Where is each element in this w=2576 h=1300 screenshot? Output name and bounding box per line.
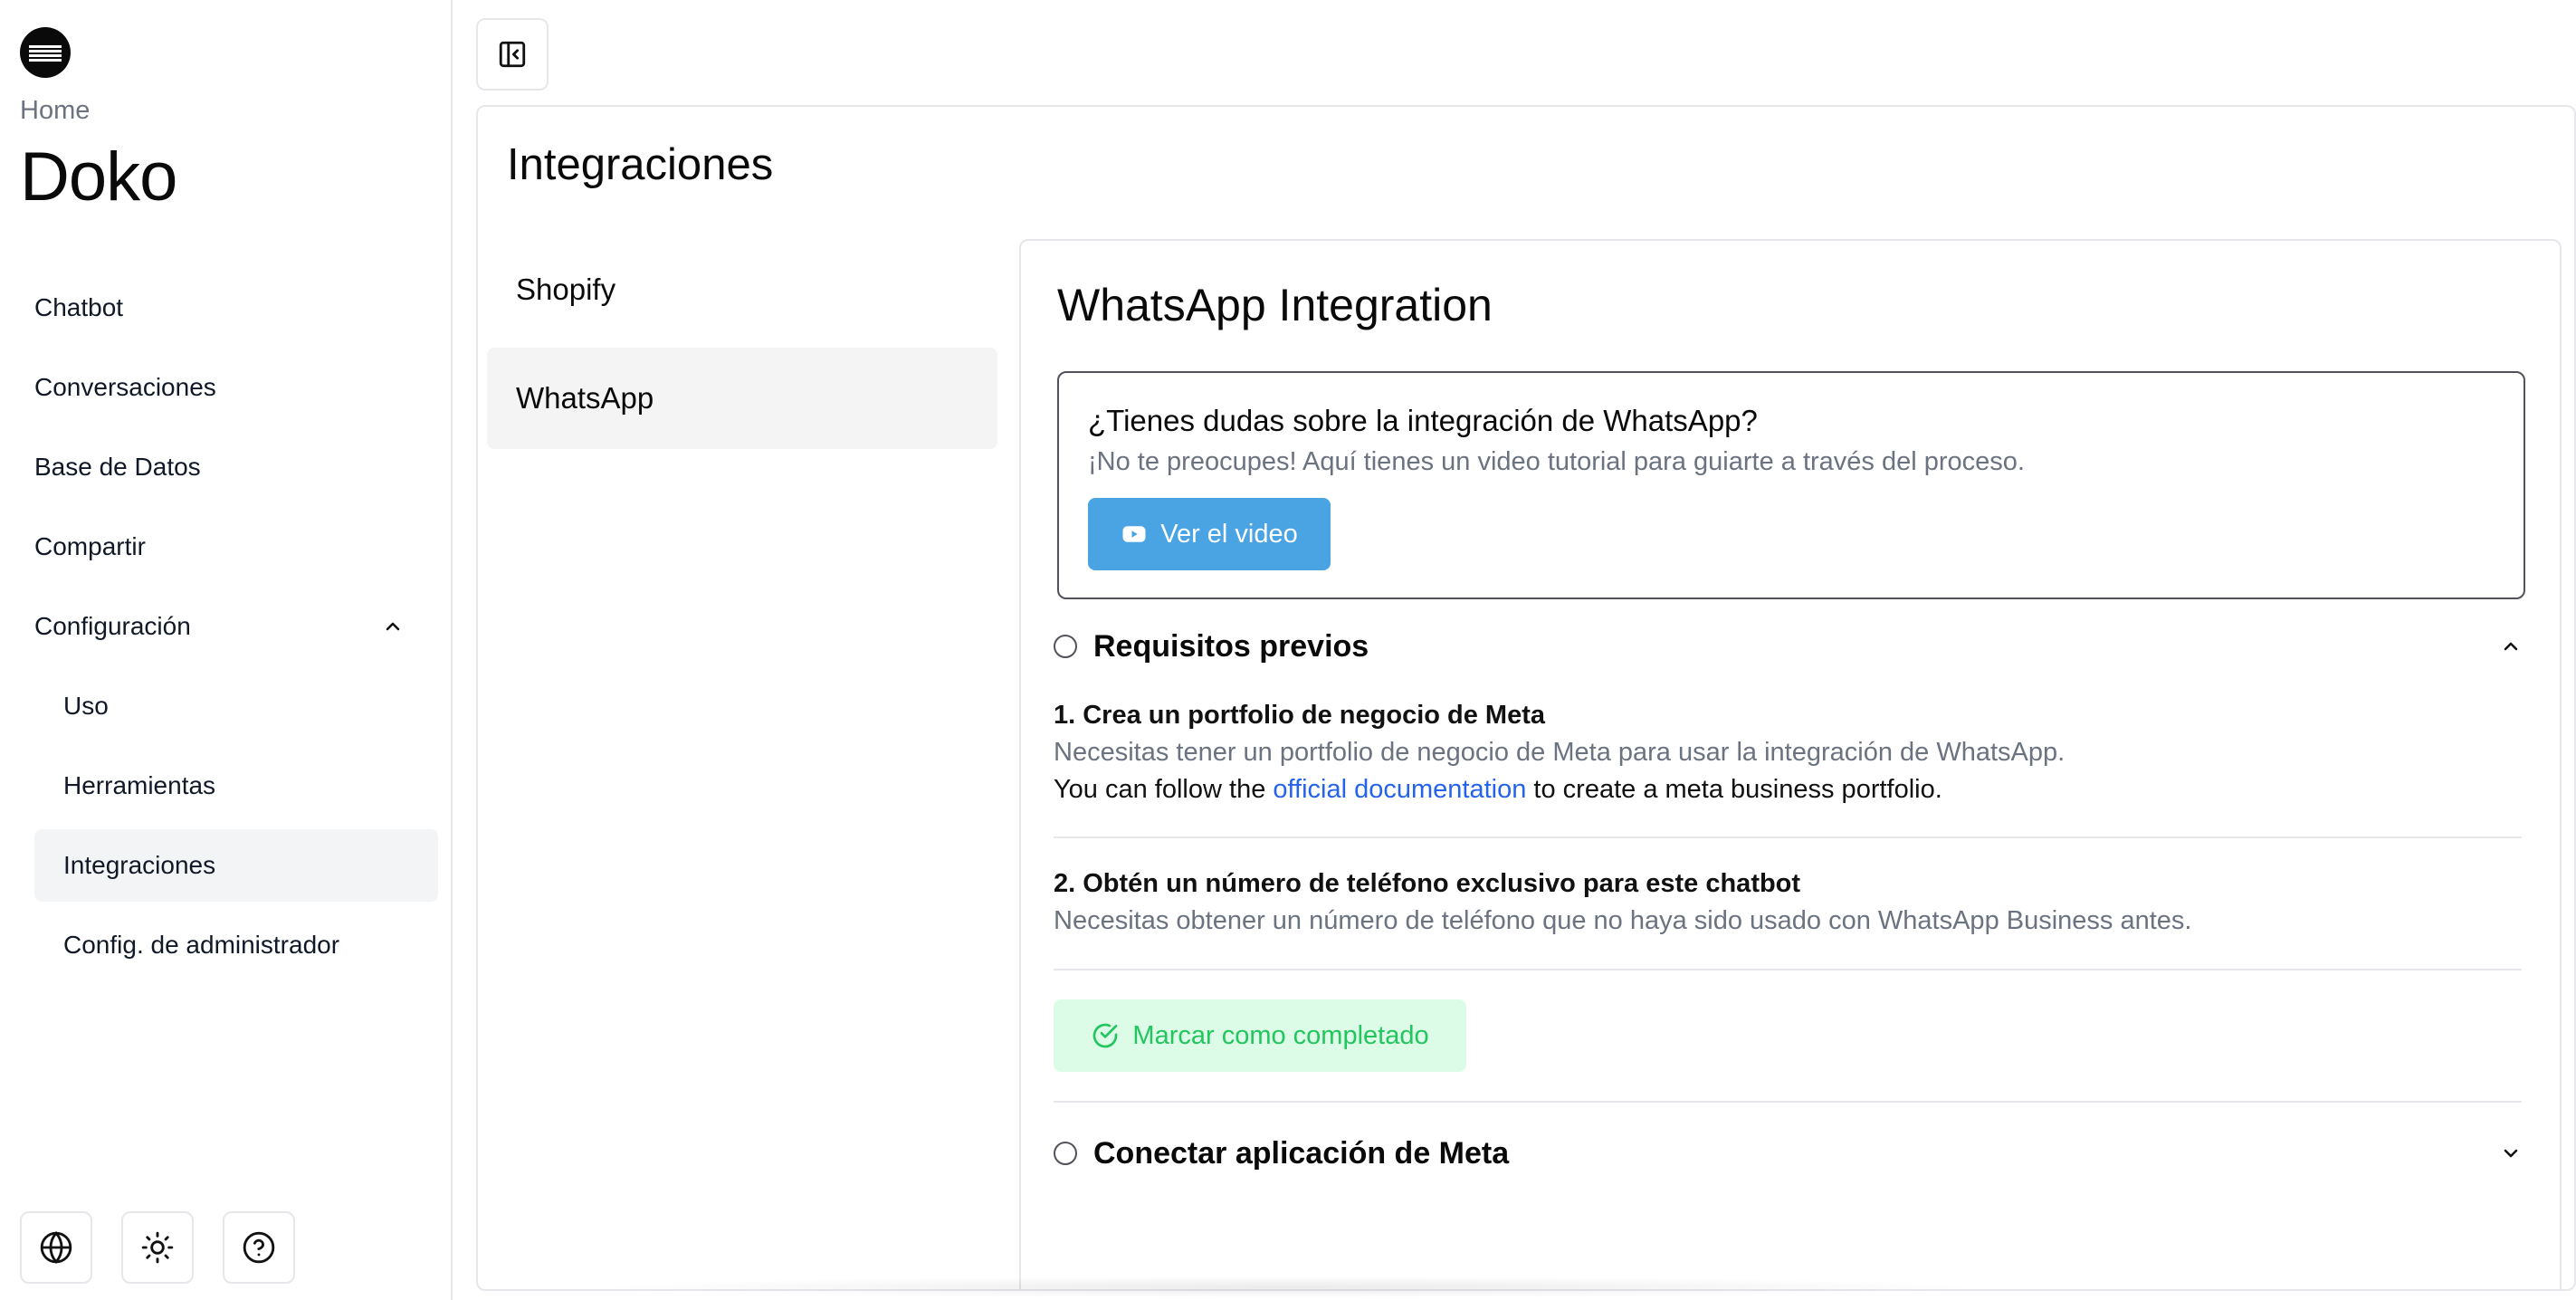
integration-tabs: Shopify WhatsApp	[487, 239, 997, 456]
divider	[1054, 836, 2522, 838]
sidebar-toggle-button[interactable]	[476, 18, 549, 91]
step-2-desc: Necesitas obtener un número de teléfono …	[1054, 906, 2192, 935]
scroll-shadow	[588, 1276, 1991, 1298]
nav-item-compartir[interactable]: Compartir	[34, 511, 438, 583]
help-subtitle: ¡No te preocupes! Aquí tienes un video t…	[1088, 447, 2025, 476]
step-1-desc: Necesitas tener un portfolio de negocio …	[1054, 738, 2066, 767]
help-question: ¿Tienes dudas sobre la integración de Wh…	[1088, 404, 1758, 437]
page-title: Integraciones	[507, 140, 774, 189]
divider	[1054, 1101, 2522, 1103]
sun-icon	[141, 1231, 174, 1264]
nav-item-integraciones[interactable]: Integraciones	[34, 829, 438, 902]
tab-shopify[interactable]: Shopify	[487, 239, 997, 340]
divider	[1054, 969, 2522, 970]
section-conectar-header[interactable]: Conectar aplicación de Meta	[1054, 1126, 2522, 1181]
chevron-up-icon	[386, 622, 400, 631]
sidebar-nav: Chatbot Conversaciones Base de Datos Com…	[34, 272, 438, 989]
step-1: 1. Crea un portfolio de negocio de Meta …	[1054, 701, 2522, 805]
step-1-extra: You can follow the official documentatio…	[1054, 775, 2522, 805]
official-documentation-link[interactable]: official documentation	[1273, 775, 1526, 804]
nav-item-chatbot[interactable]: Chatbot	[34, 272, 438, 344]
nav-item-base-de-datos[interactable]: Base de Datos	[34, 431, 438, 503]
section-conectar-label: Conectar aplicación de Meta	[1093, 1135, 1510, 1171]
help-circle-icon	[243, 1231, 275, 1264]
step-1-title: 1. Crea un portfolio de negocio de Meta	[1054, 701, 1545, 730]
tab-whatsapp[interactable]: WhatsApp	[487, 348, 997, 449]
nav-item-configuracion[interactable]: Configuración	[34, 590, 438, 663]
sidebar: Home Doko Chatbot Conversaciones Base de…	[0, 0, 453, 1300]
globe-icon	[40, 1231, 72, 1264]
watch-video-button[interactable]: Ver el video	[1088, 498, 1331, 570]
chevron-up-icon	[2504, 642, 2518, 651]
sidebar-footer	[20, 1211, 295, 1284]
help-button[interactable]	[223, 1211, 295, 1284]
language-button[interactable]	[20, 1211, 92, 1284]
youtube-icon	[1122, 526, 1146, 542]
step-2-title: 2. Obtén un número de teléfono exclusivo…	[1054, 869, 1801, 898]
step-1-extra-pre: You can follow the	[1054, 775, 1274, 804]
sidebar-toggle-icon	[499, 41, 526, 68]
section-requisitos-header[interactable]	[1057, 241, 2525, 295]
config-submenu: Uso Herramientas Integraciones Config. d…	[34, 670, 438, 981]
step-2: 2. Obtén un número de teléfono exclusivo…	[1054, 869, 2522, 936]
mark-complete-button[interactable]: Marcar como completado	[1054, 999, 1466, 1072]
help-box: ¿Tienes dudas sobre la integración de Wh…	[1057, 371, 2525, 599]
nav-item-config-administrador[interactable]: Config. de administrador	[34, 909, 438, 981]
theme-toggle-button[interactable]	[121, 1211, 194, 1284]
brand-title: Doko	[20, 139, 177, 215]
chevron-down-icon	[2504, 1149, 2518, 1158]
section-requisitos-header-row[interactable]: Requisitos previos	[1054, 619, 2522, 674]
nav-item-herramientas[interactable]: Herramientas	[34, 750, 438, 822]
nav-item-conversaciones[interactable]: Conversaciones	[34, 351, 438, 424]
status-circle-icon	[1054, 1142, 1077, 1165]
nav-item-configuracion-label: Configuración	[34, 612, 191, 640]
main-panel: Integraciones Shopify WhatsApp WhatsApp …	[476, 105, 2576, 1291]
section-requisitos-label: Requisitos previos	[1093, 628, 1369, 664]
watch-video-label: Ver el video	[1160, 519, 1298, 549]
status-circle-icon	[1054, 635, 1077, 658]
logo[interactable]	[20, 27, 71, 78]
step-1-extra-post: to create a meta business portfolio.	[1526, 775, 1942, 804]
breadcrumb[interactable]: Home	[20, 96, 90, 126]
check-circle-icon	[1093, 1023, 1118, 1048]
mark-complete-label: Marcar como completado	[1132, 1020, 1429, 1050]
nav-item-uso[interactable]: Uso	[34, 670, 438, 742]
